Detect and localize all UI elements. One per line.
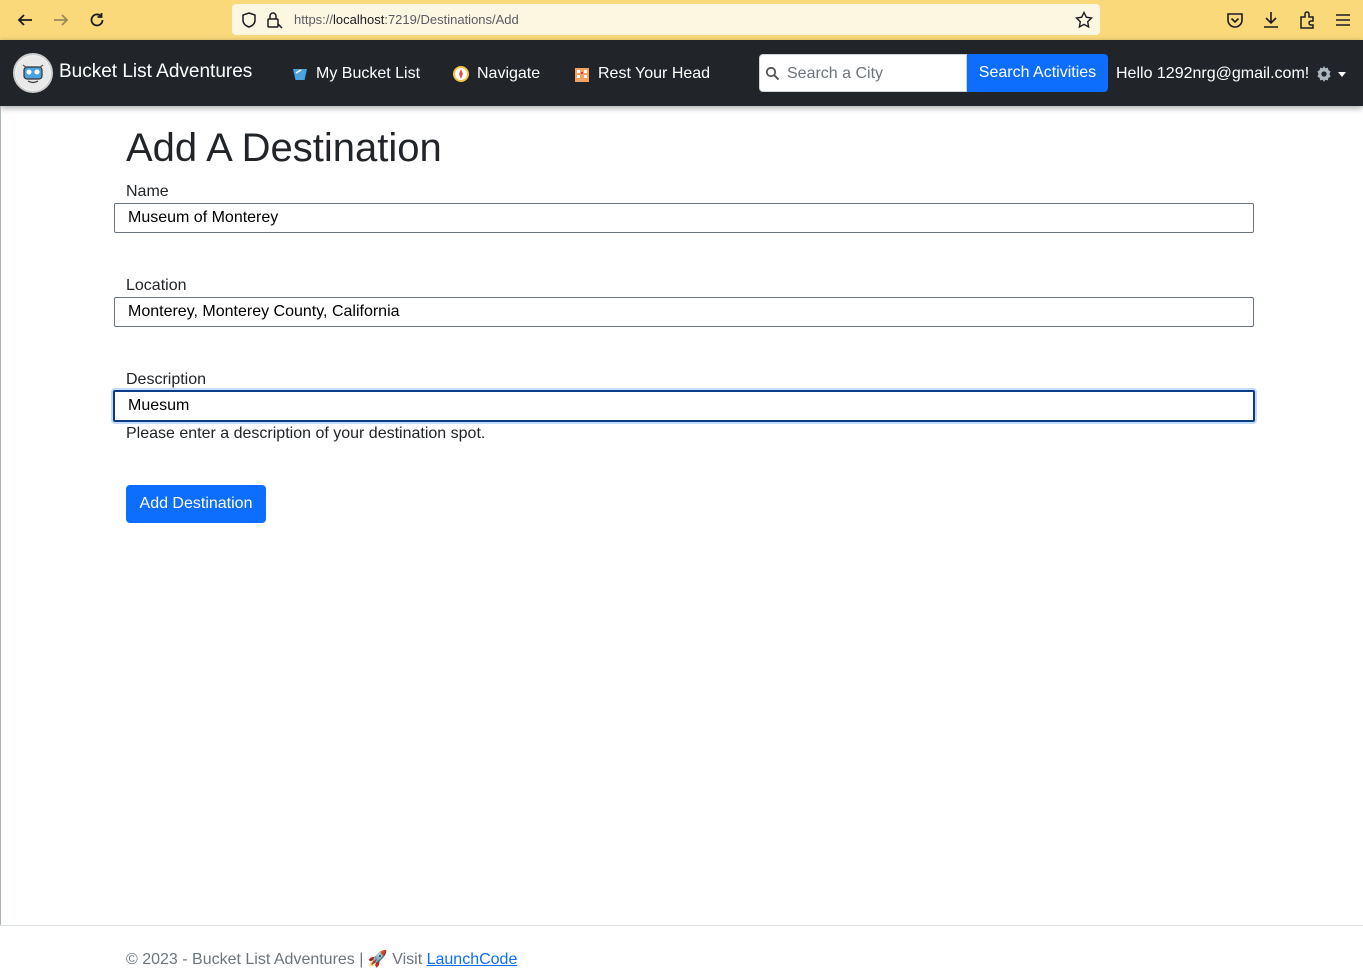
description-help-text: Please enter a description of your desti… xyxy=(126,425,486,442)
nav-link-label: Navigate xyxy=(477,65,541,82)
browser-toolbar: https://localhost:7219/Destinations/Add xyxy=(0,0,1363,40)
search-icon xyxy=(765,66,780,81)
compass-icon xyxy=(453,66,469,82)
page-edge-divider xyxy=(0,106,1,979)
lock-icon[interactable] xyxy=(265,11,283,29)
nav-link-my-bucket-list[interactable]: My Bucket List xyxy=(291,65,420,83)
user-greeting[interactable]: Hello 1292nrg@gmail.com! xyxy=(1116,65,1309,83)
shield-icon[interactable] xyxy=(240,11,258,29)
download-icon[interactable] xyxy=(1261,10,1281,30)
nav-link-label: Rest Your Head xyxy=(598,65,711,82)
search-city-input[interactable] xyxy=(787,64,957,84)
nav-link-label: My Bucket List xyxy=(316,65,421,82)
star-icon[interactable] xyxy=(1075,11,1093,29)
nav-link-rest-your-head[interactable]: Rest Your Head xyxy=(573,65,710,83)
location-label: Location xyxy=(126,277,187,294)
description-label: Description xyxy=(126,371,207,388)
reload-icon[interactable] xyxy=(85,8,109,32)
copyright-text: © 2023 - Bucket List Adventures | xyxy=(126,951,368,968)
footer: © 2023 - Bucket List Adventures | 🚀 Visi… xyxy=(0,925,1363,979)
brand-logo[interactable] xyxy=(13,53,53,93)
description-field[interactable] xyxy=(113,390,1255,422)
brand-name[interactable]: Bucket List Adventures xyxy=(59,61,252,83)
gear-icon[interactable] xyxy=(1315,65,1333,83)
rocket-icon: 🚀 xyxy=(367,951,388,968)
address-bar[interactable]: https://localhost:7219/Destinations/Add xyxy=(232,4,1100,35)
city-search xyxy=(759,54,967,92)
url-host: localhost xyxy=(333,12,385,27)
name-label: Name xyxy=(126,183,169,200)
hotel-icon xyxy=(575,68,589,82)
location-field[interactable] xyxy=(114,297,1254,327)
menu-icon[interactable] xyxy=(1333,10,1353,30)
extensions-icon[interactable] xyxy=(1297,10,1317,30)
add-destination-button[interactable]: Add Destination xyxy=(126,485,266,523)
search-activities-button[interactable]: Search Activities xyxy=(967,54,1108,92)
url-text: https://localhost:7219/Destinations/Add xyxy=(294,12,519,27)
bucket-icon xyxy=(293,69,307,80)
chevron-down-icon[interactable] xyxy=(1338,72,1346,77)
pocket-icon[interactable] xyxy=(1225,10,1245,30)
footer-text: © 2023 - Bucket List Adventures | 🚀 Visi… xyxy=(126,949,517,969)
forward-icon[interactable] xyxy=(49,8,73,32)
url-prefix: https:// xyxy=(294,12,334,27)
back-icon[interactable] xyxy=(13,8,37,32)
visit-text: Visit xyxy=(387,951,427,968)
nav-link-navigate[interactable]: Navigate xyxy=(452,65,540,83)
launchcode-link[interactable]: LaunchCode xyxy=(427,951,518,968)
name-field[interactable] xyxy=(114,203,1254,233)
app-navbar: Bucket List Adventures My Bucket List Na… xyxy=(0,40,1363,106)
url-path: :7219/Destinations/Add xyxy=(384,12,519,27)
page-title: Add A Destination xyxy=(126,126,442,170)
